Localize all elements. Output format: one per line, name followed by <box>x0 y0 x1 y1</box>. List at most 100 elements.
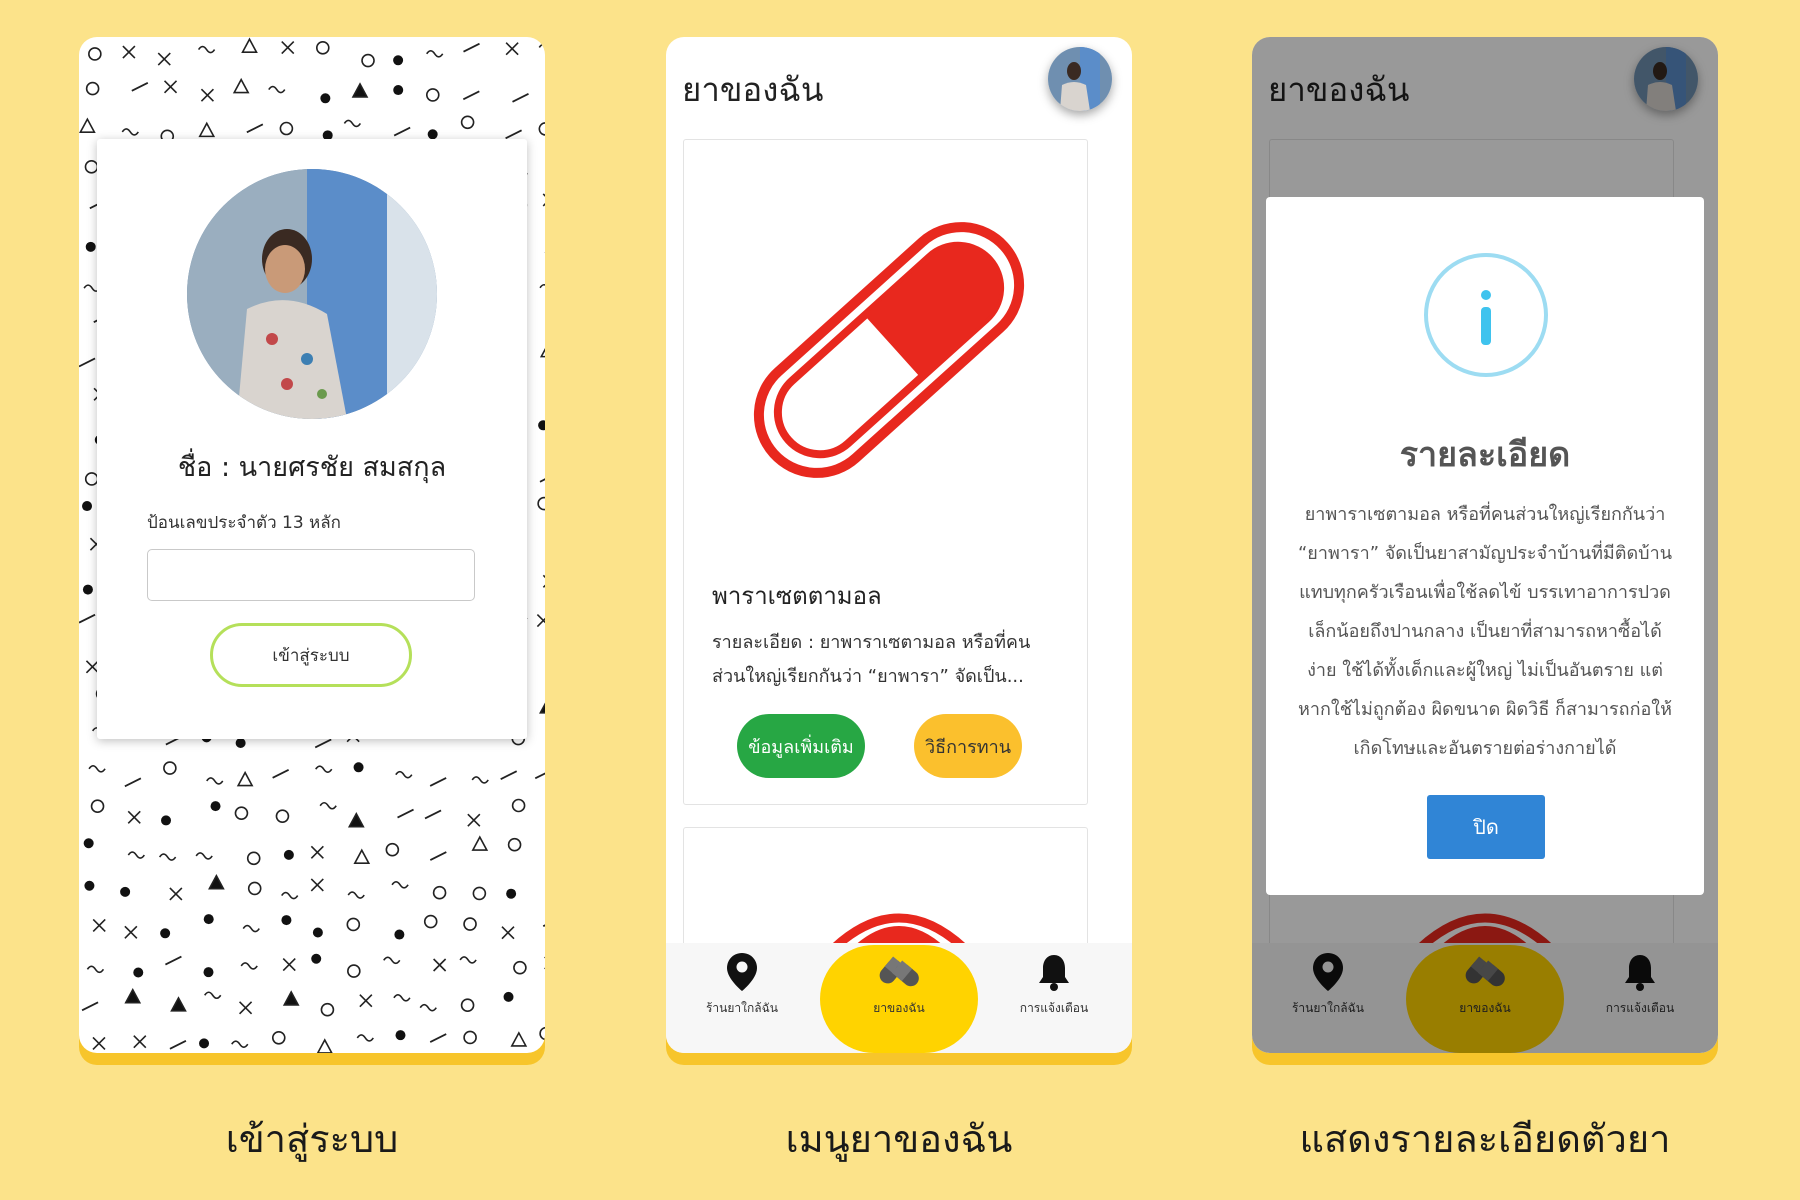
pattern-shape <box>203 914 214 925</box>
pattern-shape <box>157 52 171 66</box>
pattern-shape <box>343 119 362 128</box>
pattern-shape <box>131 82 149 92</box>
pattern-shape <box>347 811 365 828</box>
pattern-shape <box>501 926 515 940</box>
pattern-shape <box>88 47 102 61</box>
pattern-shape <box>122 45 136 59</box>
pattern-shape <box>511 798 526 813</box>
nav-item-nearby-pharmacy[interactable]: ร้านยาใกล้ฉัน <box>682 953 802 1018</box>
pattern-shape <box>472 886 487 901</box>
pattern-shape <box>460 998 475 1013</box>
medicine-detail-screen: ยาของฉัน ร้านยาใกล้ฉัน ยาของฉัน การแจ้งเ… <box>1252 37 1718 1053</box>
pattern-shape <box>79 357 96 368</box>
pattern-shape <box>79 613 96 624</box>
pattern-shape <box>79 117 96 133</box>
pattern-shape <box>234 806 249 820</box>
bottom-nav: ร้านยาใกล้ฉัน ยาของฉัน การแจ้งเตือน <box>666 943 1132 1053</box>
info-icon <box>1424 253 1548 377</box>
nav-item-notifications[interactable]: การแจ้งเตือน <box>994 953 1114 1018</box>
pattern-shape <box>198 121 216 138</box>
caption-login: เข้าสู่ระบบ <box>225 1117 399 1161</box>
pattern-shape <box>163 80 178 94</box>
pattern-shape <box>282 958 296 972</box>
how-to-take-button[interactable]: วิธีการทาน <box>914 714 1022 778</box>
pattern-shape <box>426 50 444 58</box>
pattern-shape <box>503 991 514 1002</box>
pattern-shape <box>235 737 246 748</box>
pattern-shape <box>92 918 106 933</box>
pattern-shape <box>395 1030 406 1041</box>
modal-body: ยาพาราเซตามอล หรือที่คนส่วนใหญ่เรียกกันว… <box>1297 504 1673 759</box>
more-info-button[interactable]: ข้อมูลเพิ่มเติม <box>737 714 865 778</box>
medicine-card: พาราเซตตามอล รายละเอียด : ยาพาราเซตามอล … <box>683 139 1088 805</box>
pattern-shape <box>239 1001 253 1015</box>
pattern-shape <box>423 914 438 929</box>
page-title: ยาของฉัน <box>682 70 824 109</box>
pattern-shape <box>92 1036 106 1051</box>
detail-modal: รายละเอียด ยาพาราเซตามอล หรือที่คนส่วนให… <box>1266 197 1704 895</box>
pattern-shape <box>246 123 264 134</box>
pattern-shape <box>316 1038 333 1053</box>
pattern-shape <box>419 1003 437 1012</box>
pattern-shape <box>432 885 447 900</box>
close-button[interactable]: ปิด <box>1427 795 1545 859</box>
pattern-shape <box>424 809 442 820</box>
pattern-shape <box>539 702 545 714</box>
nav-label: การแจ้งเตือน <box>1019 1001 1089 1015</box>
pattern-shape <box>169 1039 187 1050</box>
pattern-shape <box>242 924 260 933</box>
pattern-shape <box>429 777 447 787</box>
pattern-shape <box>121 128 139 136</box>
pattern-shape <box>200 88 214 102</box>
pattern-shape <box>537 496 545 511</box>
pattern-shape <box>433 958 447 972</box>
pattern-shape <box>208 873 225 890</box>
pattern-shape <box>513 960 527 975</box>
pattern-shape <box>539 478 545 483</box>
pattern-shape <box>124 987 142 1004</box>
pattern-shape <box>383 956 401 965</box>
medicine-name: พาราเซตตามอล <box>712 582 882 610</box>
pattern-shape <box>320 93 331 104</box>
id-number-input[interactable] <box>147 549 475 601</box>
caption-my-medicine: เมนูยาของฉัน <box>785 1117 1013 1161</box>
pattern-shape <box>204 991 222 1000</box>
pattern-shape <box>164 955 182 966</box>
pattern-shape <box>463 1030 477 1045</box>
pattern-shape <box>471 776 489 784</box>
pattern-shape <box>393 85 404 96</box>
pattern-shape <box>81 1001 99 1012</box>
pattern-shape <box>429 851 447 861</box>
pattern-shape <box>247 881 262 896</box>
pattern-shape <box>539 1026 545 1041</box>
pattern-shape <box>120 886 131 897</box>
pattern-shape <box>86 965 105 974</box>
pattern-shape <box>536 613 545 628</box>
pattern-shape <box>84 472 99 486</box>
pattern-shape <box>279 121 294 136</box>
pattern-shape <box>231 1040 249 1048</box>
medicine-description: รายละเอียด : ยาพาราเซตามอล หรือที่คนส่วน… <box>712 632 1031 687</box>
nav-item-my-medicine[interactable]: ยาของฉัน <box>839 953 959 1018</box>
pattern-shape <box>241 37 258 54</box>
modal-title: รายละเอียด <box>1399 435 1571 475</box>
pattern-shape <box>199 1038 210 1049</box>
pattern-shape <box>272 769 290 779</box>
pattern-shape <box>351 82 369 98</box>
login-button[interactable]: เข้าสู่ระบบ <box>210 623 412 687</box>
pattern-shape <box>315 41 330 55</box>
pattern-shape <box>346 917 361 932</box>
pattern-shape <box>347 964 361 978</box>
pattern-shape <box>133 1035 147 1049</box>
bell-icon <box>1039 955 1069 991</box>
pattern-shape <box>240 962 258 970</box>
pattern-shape <box>281 915 292 926</box>
pattern-shape <box>312 927 323 938</box>
pattern-shape <box>512 93 529 103</box>
avatar[interactable] <box>1048 47 1112 111</box>
pattern-shape <box>203 967 214 978</box>
pattern-shape <box>283 849 294 860</box>
pattern-shape <box>124 777 142 788</box>
pattern-shape <box>315 765 333 774</box>
pattern-shape <box>539 283 545 289</box>
